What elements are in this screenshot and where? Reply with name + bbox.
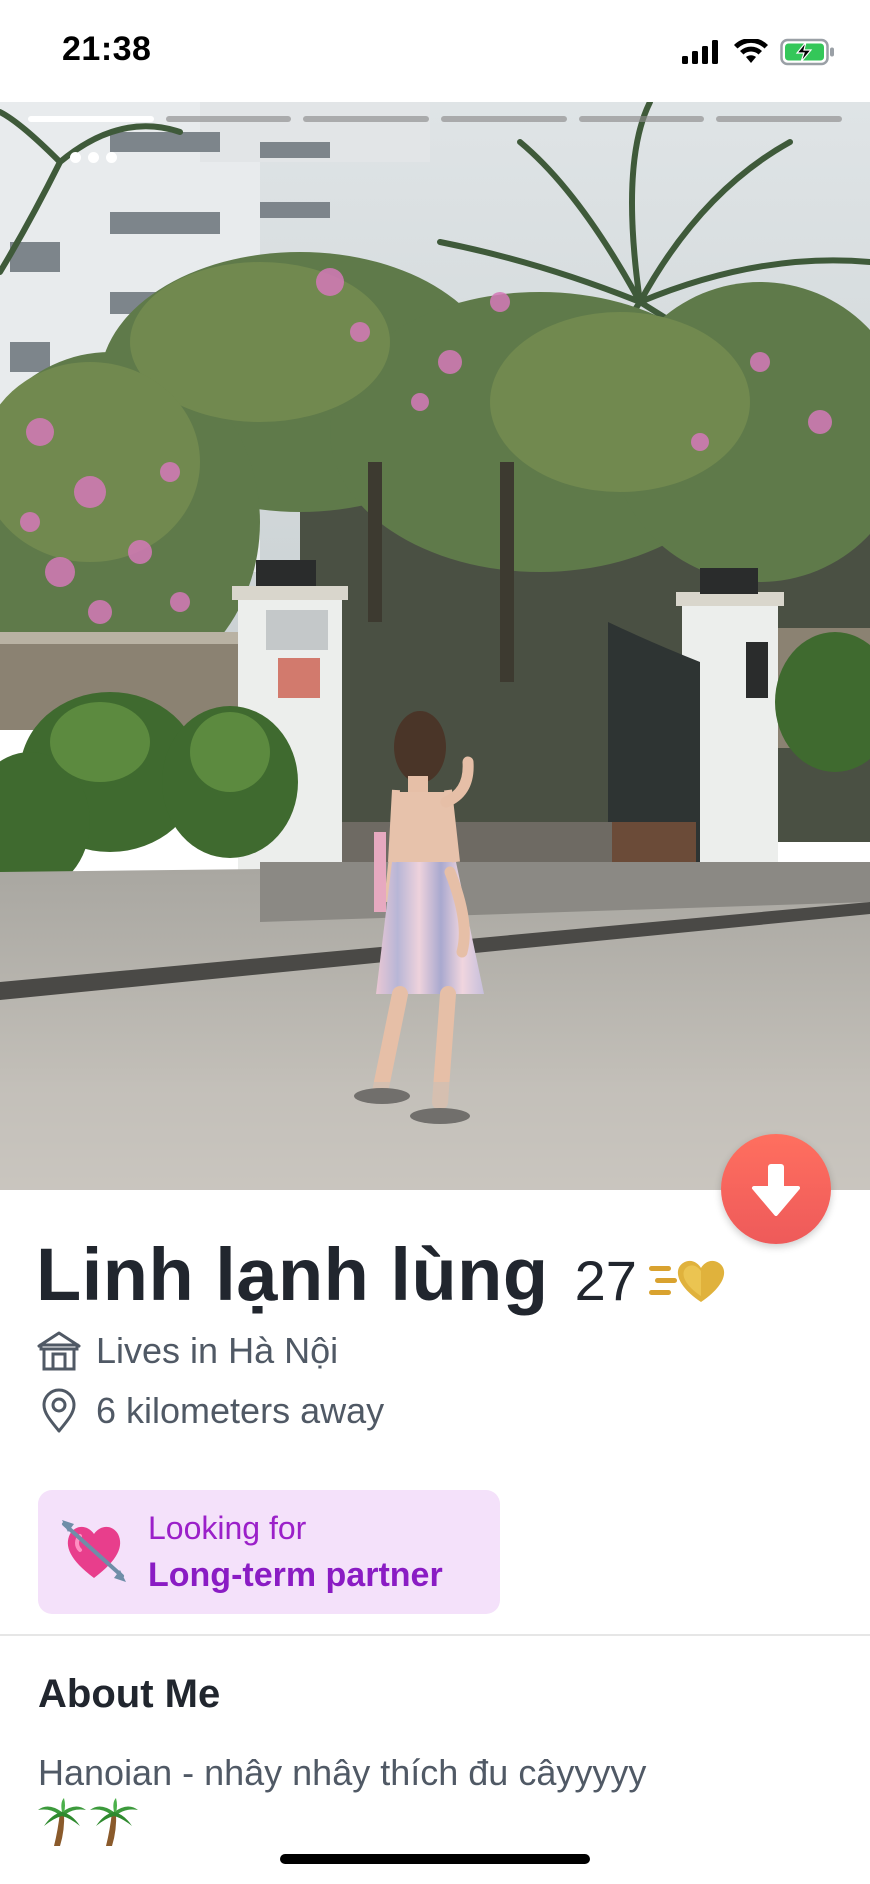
lives-in-text: Lives in Hà Nội [96, 1330, 339, 1371]
status-bar: 21:38 [0, 0, 870, 102]
looking-for-value: Long-term partner [148, 1556, 443, 1594]
profile-name: Linh lạnh lùng [36, 1233, 549, 1316]
more-options-icon[interactable] [70, 152, 117, 163]
palm-tree-icon [90, 1798, 138, 1846]
super-like-heart-icon [648, 1260, 724, 1302]
photo-progress-bar [28, 116, 843, 122]
profile-header: Linh lạnh lùng 27 [36, 1232, 731, 1317]
home-icon [37, 1331, 81, 1371]
photo-progress-segment [165, 116, 292, 122]
about-me-text: Hanoian - nhây nhây thích đu câyyyyy [38, 1752, 647, 1793]
looking-for-label: Looking for [148, 1510, 307, 1546]
location-pin-icon [42, 1388, 76, 1433]
photo-progress-segment [303, 116, 430, 122]
cellular-signal-icon [682, 40, 718, 64]
battery-charging-icon [780, 38, 834, 66]
distance-text: 6 kilometers away [96, 1390, 385, 1431]
about-me-emojis [38, 1798, 138, 1848]
photo-progress-segment [441, 116, 567, 122]
photo-progress-segment [578, 116, 705, 122]
collapse-profile-button[interactable] [721, 1134, 831, 1244]
home-indicator[interactable] [280, 1854, 590, 1864]
status-icons [682, 38, 836, 66]
heart-with-arrow-icon [62, 1520, 126, 1582]
arrow-down-icon [752, 1164, 800, 1216]
about-me-heading: About Me [38, 1672, 221, 1716]
wifi-icon [734, 39, 768, 63]
profile-photo[interactable] [0, 102, 870, 1190]
lives-in-row: Lives in Hà Nội [36, 1330, 338, 1372]
looking-for-card: Looking for Long-term partner [38, 1490, 500, 1614]
profile-age: 27 [574, 1249, 637, 1312]
status-time: 21:38 [62, 30, 152, 68]
section-divider [0, 1634, 870, 1636]
photo-progress-segment [28, 116, 154, 122]
photo-scene [0, 102, 870, 1190]
palm-tree-icon [38, 1798, 86, 1846]
photo-progress-segment [716, 116, 843, 122]
distance-row: 6 kilometers away [36, 1388, 384, 1434]
